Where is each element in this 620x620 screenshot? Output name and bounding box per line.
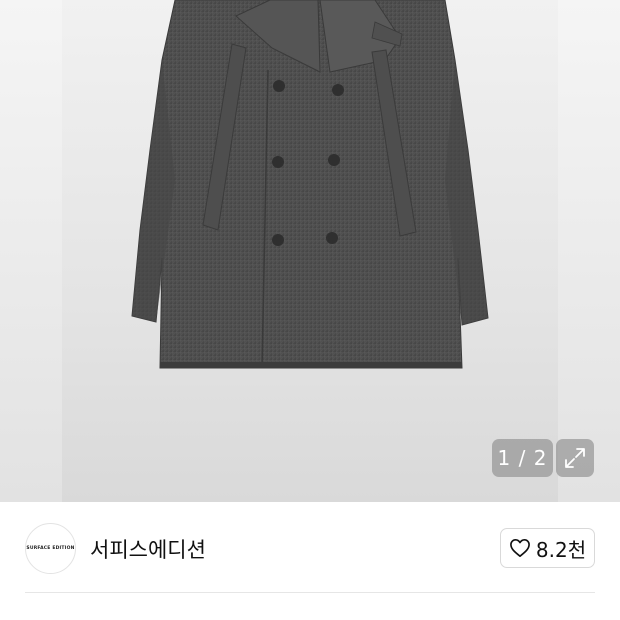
- like-count: 8.2천: [535, 537, 587, 562]
- expand-icon: [565, 448, 585, 468]
- image-counter: 1 / 2: [492, 439, 553, 477]
- product-page: 1 / 2 SURFACE EDITION 서피스에디션 8.2천: [0, 0, 620, 620]
- brand-name[interactable]: 서피스에디션: [90, 534, 206, 564]
- expand-image-button[interactable]: [556, 439, 594, 477]
- product-image-coat: [131, 0, 489, 369]
- heart-outline-icon: [509, 539, 530, 557]
- brand-row: SURFACE EDITION 서피스에디션 8.2천: [0, 502, 620, 594]
- product-image-gallery[interactable]: 1 / 2: [0, 0, 620, 502]
- brand-logo[interactable]: SURFACE EDITION: [25, 523, 76, 574]
- brand-logo-text: SURFACE EDITION: [26, 546, 75, 551]
- like-button[interactable]: 8.2천: [500, 528, 595, 568]
- section-divider: [25, 592, 595, 593]
